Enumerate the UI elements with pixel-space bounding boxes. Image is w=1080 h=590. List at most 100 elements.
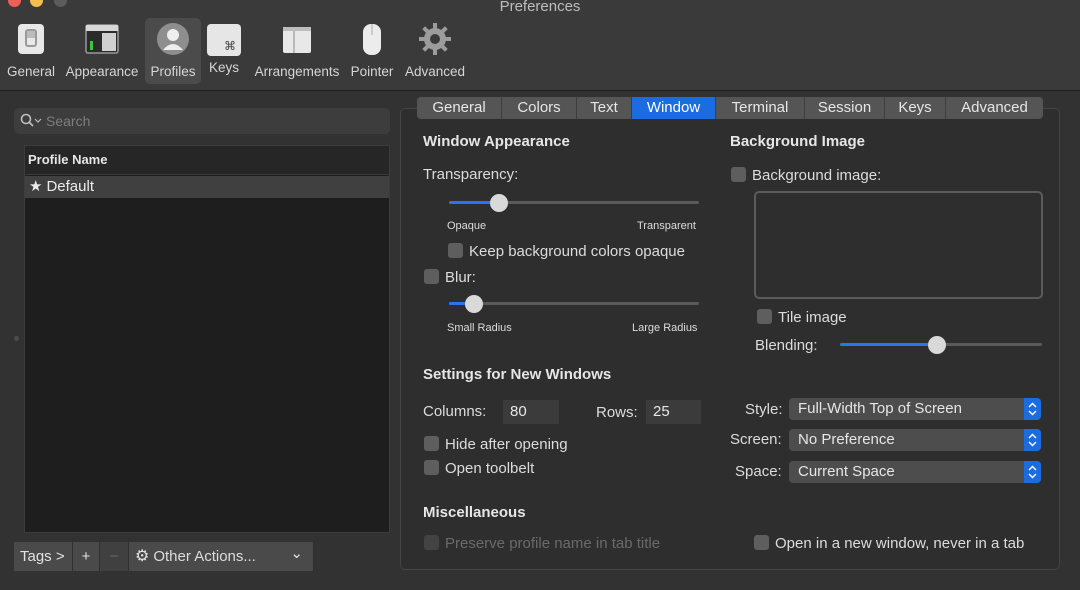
appearance-window-icon (85, 24, 119, 54)
space-popup[interactable]: Current Space (789, 461, 1041, 483)
toolbar-keys[interactable]: ⌘ Keys (204, 18, 244, 84)
small-radius-label: Small Radius (447, 322, 512, 334)
hide-after-opening-label: Hide after opening (445, 436, 568, 453)
toolbar-label: Advanced (404, 64, 466, 79)
search-icon (20, 113, 42, 127)
tab-window[interactable]: Window (632, 97, 716, 119)
tab-text[interactable]: Text (577, 97, 632, 119)
rows-label: Rows: (596, 404, 638, 421)
columns-field[interactable]: 80 (503, 400, 559, 424)
advanced-gear-icon (419, 23, 451, 55)
toolbar-label: Profiles (150, 64, 196, 79)
transparency-label: Transparency: (423, 166, 519, 183)
toolbar-label: General (6, 64, 56, 79)
style-label: Style: (745, 401, 783, 418)
open-toolbelt-label: Open toolbelt (445, 460, 535, 477)
background-image-well[interactable] (754, 191, 1043, 299)
opaque-label: Opaque (447, 220, 487, 232)
tab-general[interactable]: General (417, 97, 502, 119)
popup-arrows-icon (1024, 398, 1041, 420)
slider-track (449, 302, 699, 305)
background-image-checkbox[interactable] (731, 167, 746, 182)
hide-after-opening-checkbox[interactable] (424, 436, 439, 451)
toolbar-label: Keys (208, 60, 239, 75)
remove-profile-button[interactable]: − (100, 542, 129, 571)
tile-image-checkbox[interactable] (757, 309, 772, 324)
rows-field[interactable]: 25 (646, 400, 701, 424)
space-label: Space: (735, 463, 782, 480)
toolbar-appearance[interactable]: Appearance (62, 18, 142, 84)
other-actions-button[interactable]: ⚙ Other Actions... ⌄ (129, 542, 314, 571)
tab-colors[interactable]: Colors (502, 97, 577, 119)
toolbar-label: Appearance (65, 64, 139, 79)
space-value: Current Space (798, 463, 895, 480)
miscellaneous-heading: Miscellaneous (423, 504, 526, 521)
toolbar-pointer[interactable]: Pointer (346, 18, 398, 84)
default-star-icon: ★ (29, 178, 43, 195)
open-new-window-checkbox[interactable] (754, 535, 769, 550)
screen-label: Screen: (730, 431, 782, 448)
transparent-label: Transparent (637, 220, 696, 232)
search-field[interactable] (14, 108, 390, 134)
other-actions-label: Other Actions... (153, 548, 256, 565)
slider-knob[interactable] (927, 336, 946, 354)
blur-checkbox[interactable] (424, 269, 439, 284)
style-value: Full-Width Top of Screen (798, 400, 962, 417)
gear-icon: ⚙ (135, 548, 150, 565)
list-item[interactable]: ★ Default (25, 176, 389, 198)
general-switch-icon (18, 24, 44, 54)
profile-name: Default (46, 178, 94, 195)
pointer-mouse-icon (363, 24, 381, 55)
slider-knob[interactable] (490, 194, 508, 212)
background-image-heading: Background Image (730, 133, 866, 150)
tab-keys[interactable]: Keys (885, 97, 946, 119)
new-windows-heading: Settings for New Windows (423, 366, 612, 383)
window-appearance-heading: Window Appearance (423, 133, 570, 150)
screen-popup[interactable]: No Preference (789, 429, 1041, 451)
open-toolbelt-checkbox[interactable] (424, 460, 439, 475)
split-drag-handle[interactable] (14, 336, 19, 341)
slider-knob[interactable] (465, 295, 483, 313)
tab-advanced[interactable]: Advanced (946, 97, 1043, 119)
preserve-profile-name-checkbox[interactable] (424, 535, 439, 550)
arrangements-windows-icon (283, 27, 311, 53)
profile-tabs: General Colors Text Window Terminal Sess… (417, 97, 1043, 119)
command-glyph: ⌘ (224, 39, 236, 53)
blending-label: Blending: (755, 337, 818, 354)
profiles-person-icon (157, 23, 189, 55)
tile-image-label: Tile image (778, 309, 847, 326)
background-image-label: Background image: (752, 167, 882, 184)
transparency-slider[interactable] (449, 193, 699, 213)
toolbar-advanced[interactable]: Advanced (402, 18, 468, 84)
blending-slider[interactable] (840, 335, 1042, 355)
toolbar-general[interactable]: General (4, 18, 58, 84)
tab-session[interactable]: Session (805, 97, 885, 119)
keys-command-icon: ⌘ (207, 24, 241, 56)
search-input[interactable] (46, 111, 376, 131)
window-toolbar: Preferences General Appearance Profiles … (0, 0, 1080, 91)
keep-bg-opaque-checkbox[interactable] (448, 243, 463, 258)
column-header-profile-name[interactable]: Profile Name (25, 146, 389, 175)
window-title: Preferences (499, 0, 581, 15)
screen-value: No Preference (798, 431, 895, 448)
chevron-down-icon: ⌄ (290, 545, 303, 562)
preserve-profile-name-label: Preserve profile name in tab title (445, 535, 661, 552)
keep-bg-opaque-label: Keep background colors opaque (469, 243, 685, 260)
columns-label: Columns: (423, 403, 487, 420)
tags-button[interactable]: Tags > (14, 542, 73, 571)
slider-fill (840, 343, 937, 346)
style-popup[interactable]: Full-Width Top of Screen (789, 398, 1041, 420)
toolbar-arrangements[interactable]: Arrangements (251, 18, 343, 84)
profile-actions-bar: Tags > + − ⚙ Other Actions... ⌄ (14, 542, 314, 571)
toolbar-label: Arrangements (254, 64, 340, 79)
toolbar-profiles[interactable]: Profiles (145, 18, 201, 84)
tab-terminal[interactable]: Terminal (716, 97, 805, 119)
open-new-window-label: Open in a new window, never in a tab (775, 535, 1025, 552)
profile-list: Profile Name ★ Default (24, 145, 390, 533)
add-profile-button[interactable]: + (73, 542, 100, 571)
large-radius-label: Large Radius (632, 322, 698, 334)
blur-slider[interactable] (449, 294, 699, 314)
popup-arrows-icon (1024, 429, 1041, 451)
blur-label: Blur: (445, 269, 476, 286)
toolbar-label: Pointer (350, 64, 394, 79)
